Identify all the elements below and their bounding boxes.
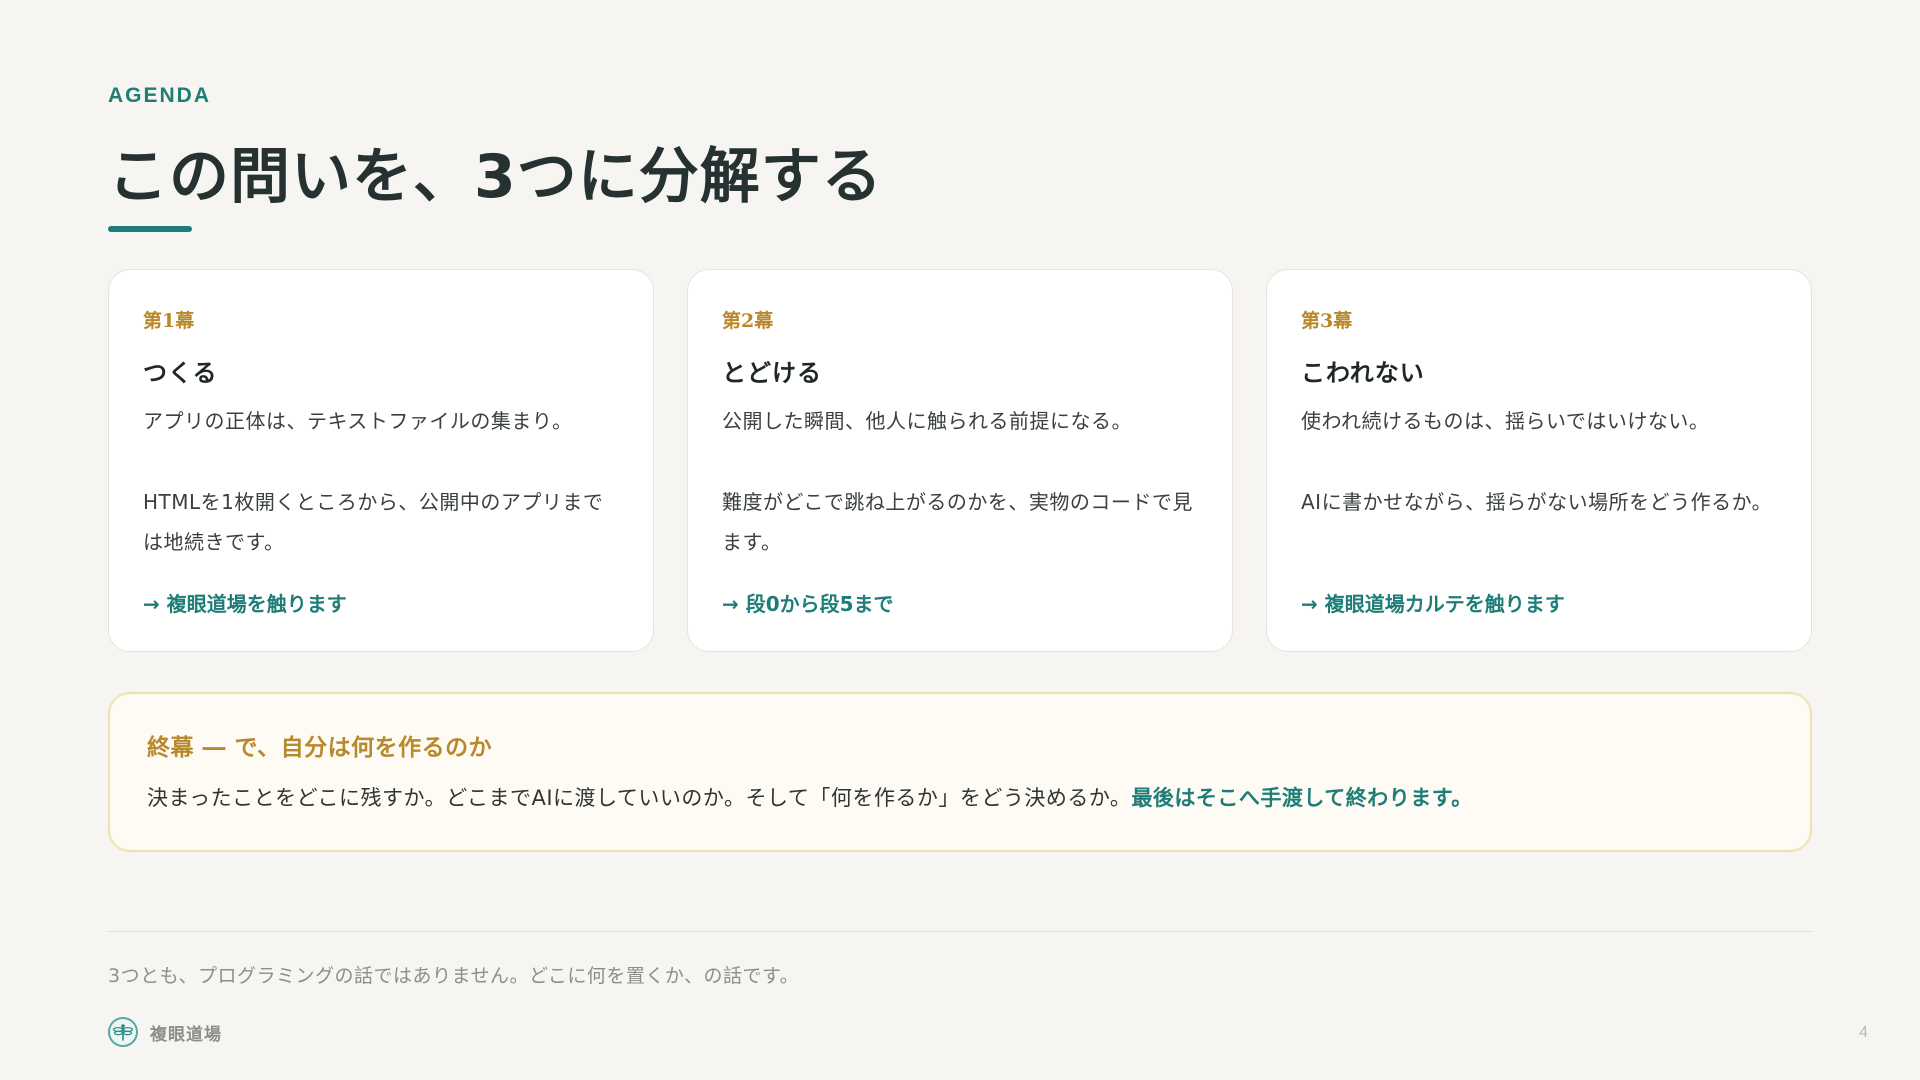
brand-name: 複眼道場 — [150, 1024, 222, 1045]
finale-body: 決まったことをどこに残すか。どこまでAIに渡していいのか。そして「何を作るか」を… — [147, 786, 1132, 810]
act-link[interactable]: → 段0から段5まで — [722, 588, 894, 617]
act-link[interactable]: → 複眼道場を触ります — [143, 588, 347, 617]
finale-emphasis: 最後はそこへ手渡して終わります。 — [1131, 786, 1473, 810]
act-body: AIに書かせながら、揺らがない場所をどう作るか。 — [1301, 490, 1773, 514]
act-lead: アプリの正体は、テキストファイルの集まり。 — [143, 409, 573, 433]
act-cards: 第1幕 つくる アプリの正体は、テキストファイルの集まり。 HTMLを1枚開くと… — [108, 269, 1812, 652]
act-label: 第2幕 — [722, 310, 774, 332]
dragonfly-icon — [108, 1017, 138, 1047]
act-link[interactable]: → 複眼道場カルテを触ります — [1301, 588, 1565, 617]
act-label: 第1幕 — [143, 310, 195, 332]
footnote: 3つとも、プログラミングの話ではありません。どこに何を置くか、の話です。 — [108, 965, 800, 987]
act-body: HTMLを1枚開くところから、公開中のアプリまでは地続きです。 — [143, 490, 604, 554]
section-eyebrow: AGENDA — [108, 84, 212, 107]
slide: AGENDA この問いを、3つに分解する 第1幕 つくる アプリの正体は、テキス… — [0, 0, 1920, 1080]
act-card-3: 第3幕 こわれない 使われ続けるものは、揺らいではいけない。 AIに書かせながら… — [1266, 269, 1812, 652]
act-card-1: 第1幕 つくる アプリの正体は、テキストファイルの集まり。 HTMLを1枚開くと… — [108, 269, 654, 652]
act-lead: 公開した瞬間、他人に触られる前提になる。 — [722, 409, 1132, 433]
act-label: 第3幕 — [1301, 310, 1353, 332]
act-title: つくる — [143, 359, 218, 387]
page-number: 4 — [1859, 1024, 1868, 1041]
brand: 複眼道場 — [108, 1017, 222, 1047]
title-underline — [108, 226, 192, 232]
act-card-2: 第2幕 とどける 公開した瞬間、他人に触られる前提になる。 難度がどこで跳ね上が… — [687, 269, 1233, 652]
act-title: こわれない — [1301, 359, 1425, 387]
finale-title: 終幕 ― で、自分は何を作るのか — [147, 735, 493, 761]
act-lead: 使われ続けるものは、揺らいではいけない。 — [1301, 409, 1710, 433]
act-title: とどける — [722, 359, 822, 387]
act-body: 難度がどこで跳ね上がるのかを、実物のコードで見ます。 — [722, 490, 1193, 554]
finale-text: 決まったことをどこに残すか。どこまでAIに渡していいのか。そして「何を作るか」を… — [147, 782, 1774, 812]
finale-callout: 終幕 ― で、自分は何を作るのか 決まったことをどこに残すか。どこまでAIに渡し… — [108, 692, 1812, 852]
footer-divider — [108, 931, 1812, 932]
page-title: この問いを、3つに分解する — [108, 142, 883, 212]
